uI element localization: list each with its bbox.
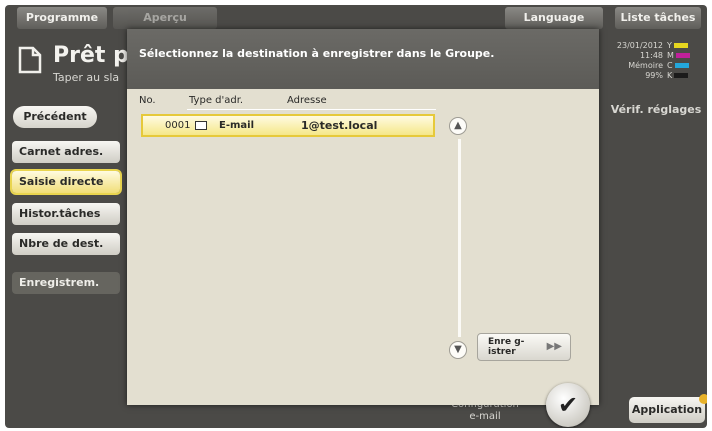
select-destination-dialog: Sélectionnez la destination à enregistre… [127,29,599,405]
toner-bar-icon [675,53,690,58]
header-divider [187,109,436,110]
precedent-button[interactable]: Précédent [13,106,97,128]
toner-bar-icon [673,43,688,48]
tab-apercu-document[interactable]: Aperçu document [113,7,217,46]
dialog-header: Sélectionnez la destination à enregistre… [127,29,599,89]
toner-bar-icon [674,73,689,78]
row-no: 0001 [165,120,191,131]
enregistrer-label: Enre g- istrer [488,337,525,357]
row-adresse: 1@test.local [301,119,378,132]
date-time-memory: 23/01/2012 11:48 Mémoire 99% [605,41,663,81]
ok-check-icon[interactable]: ✔ [546,383,590,427]
dialog-title: Sélectionnez la destination à enregistre… [139,47,495,60]
nav-saisie-directe[interactable]: Saisie directe [12,171,120,193]
tab-liste-taches[interactable]: Liste tâches [615,7,701,29]
tab-language[interactable]: Language [505,7,603,29]
toner-label-m: M [667,51,674,60]
double-arrow-icon: ▶▶ [546,341,562,352]
toner-m: M [667,51,697,61]
row-type: E-mail [219,120,255,131]
mail-icon [195,121,207,130]
toner-y: Y [667,41,697,51]
toner-k: K [667,71,697,81]
status-subtitle: Taper au sla [53,71,120,84]
toner-bar-icon [674,63,689,68]
scroll-up-icon[interactable]: ▲ [449,117,467,135]
nav-nbre-de-dest[interactable]: Nbre de dest. [12,233,120,255]
time-text: 11:48 [639,51,663,60]
verif-reglages-button[interactable]: Vérif. réglages [610,99,702,121]
nav-histor-taches[interactable]: Histor.tâches [12,203,120,225]
config-label-line2: e-mail [469,411,501,422]
list-header: No. Type d'adr. Adresse [137,93,437,109]
application-button[interactable]: Application [629,397,705,423]
tab-programme[interactable]: Programme [17,7,107,29]
enregistrer-button[interactable]: Enre g- istrer ▶▶ [477,333,571,361]
toner-c: C [667,61,697,71]
date-text: 23/01/2012 [616,41,663,50]
nav-enregistrement[interactable]: Enregistrem. [12,272,120,294]
memory-value: 99% [645,71,663,80]
column-adresse: Adresse [287,95,327,106]
nav-carnet-adresses[interactable]: Carnet adres. [12,141,120,163]
notification-dot-icon [699,394,707,404]
scrollbar-track[interactable] [458,139,461,337]
column-type: Type d'adr. [189,95,244,106]
toner-label-y: Y [667,41,672,50]
scroll-down-icon[interactable]: ▼ [449,341,467,359]
document-icon [18,46,42,74]
table-row[interactable]: 0001 E-mail 1@test.local [141,114,435,137]
toner-label-k: K [667,71,673,80]
toner-label-c: C [667,61,673,70]
screen-frame: Programme Aperçu document Language Liste… [5,5,707,428]
column-no: No. [139,95,156,106]
memory-label: Mémoire [628,61,663,70]
